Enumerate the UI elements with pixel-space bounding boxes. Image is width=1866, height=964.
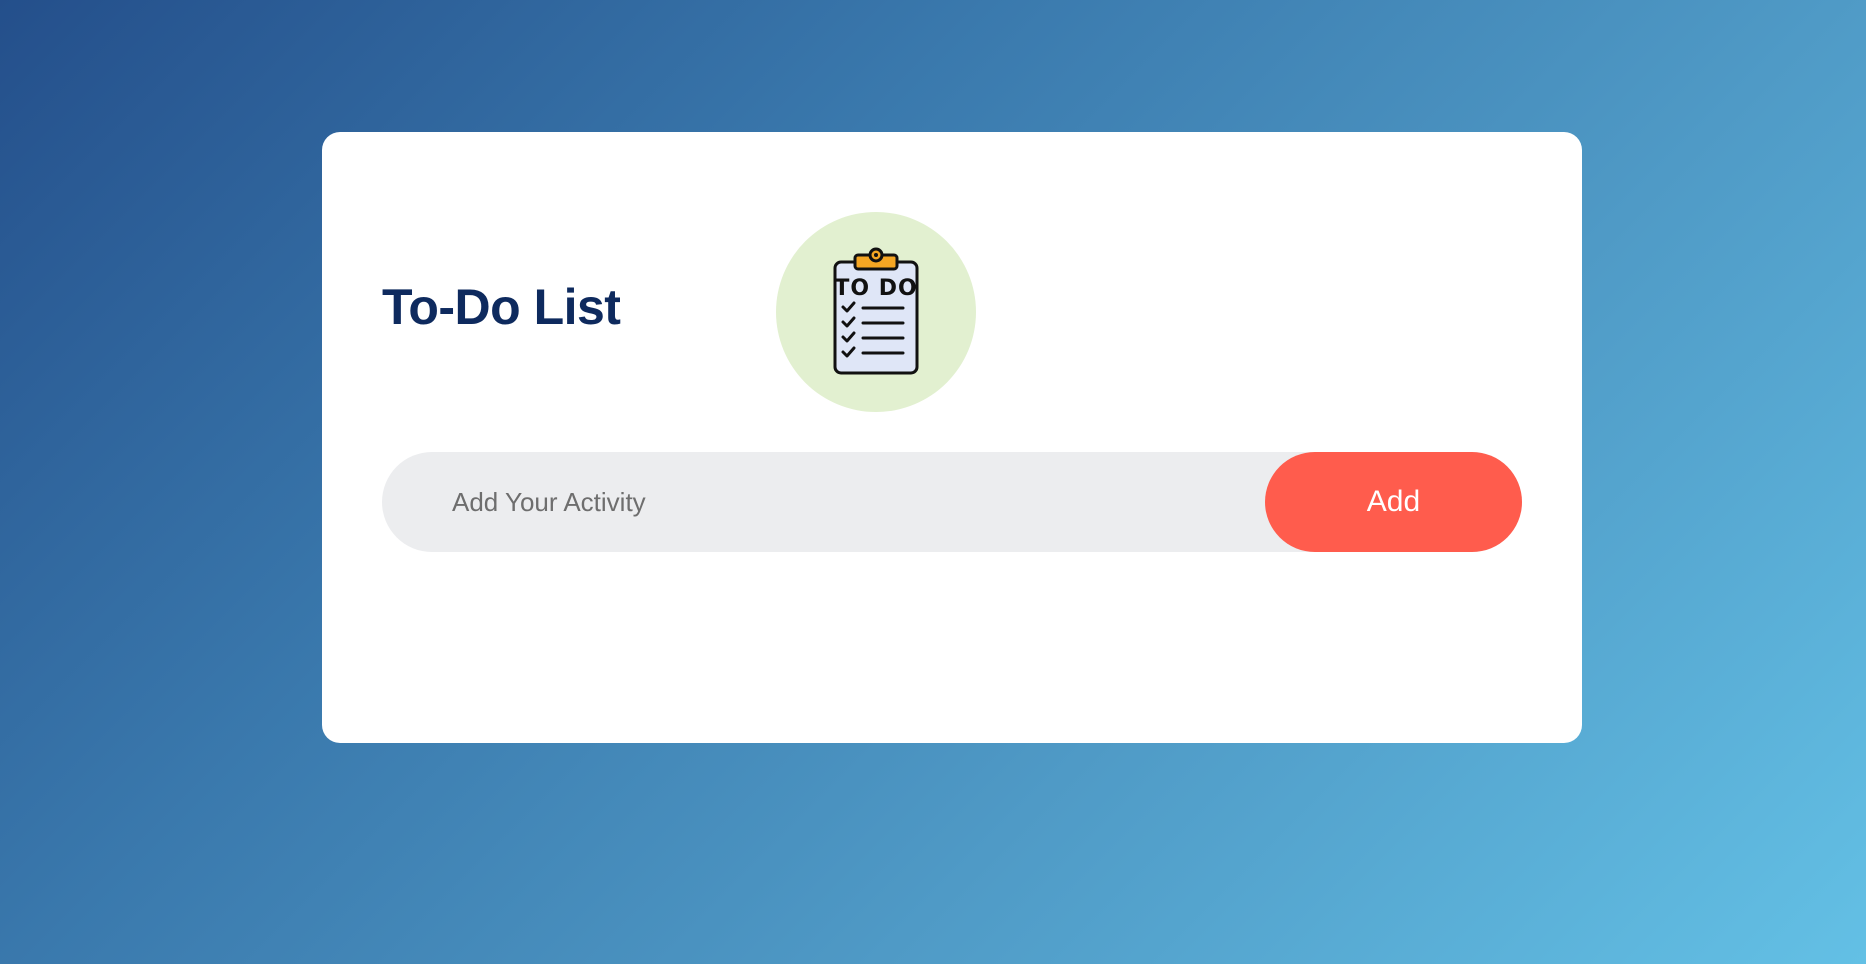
activity-input[interactable] xyxy=(382,452,1262,552)
clipboard-todo-icon: TO DO xyxy=(833,247,919,375)
todo-logo: TO DO xyxy=(776,212,976,412)
add-task-form: Add xyxy=(382,452,1522,552)
add-button[interactable]: Add xyxy=(1265,452,1522,552)
todo-card: To-Do List TO DO Add xyxy=(322,132,1582,743)
logo-text: TO DO xyxy=(834,276,917,301)
page-title: To-Do List xyxy=(382,279,621,335)
